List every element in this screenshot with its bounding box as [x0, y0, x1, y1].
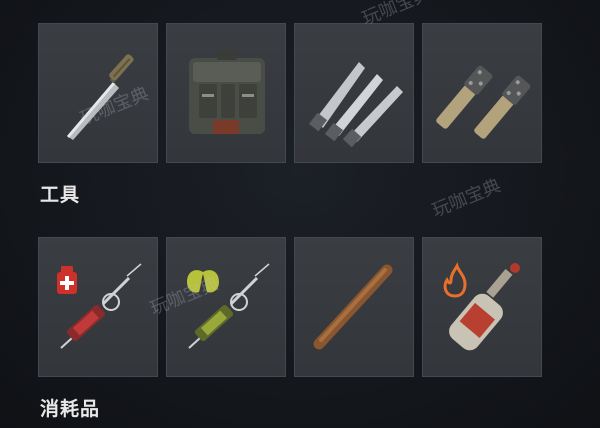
- watermark: 玩咖宝典: [429, 175, 504, 222]
- item-slot-stun-batons[interactable]: [422, 23, 542, 163]
- fire-icon: [443, 262, 467, 298]
- backpack-icon: [189, 50, 265, 134]
- item-slot-health-syringe[interactable]: [38, 237, 158, 377]
- molotov-cocktail-icon: [449, 263, 520, 351]
- stun-batons-icon: [436, 65, 531, 139]
- section-label-tools: 工具: [40, 184, 81, 206]
- item-slot-throwing-knives[interactable]: [294, 23, 414, 163]
- item-slot-cigar[interactable]: [294, 237, 414, 377]
- item-slot-backpack[interactable]: [166, 23, 286, 163]
- medkit-icon: [57, 266, 77, 294]
- section-label-consumables: 消耗品: [40, 398, 101, 420]
- throwing-knives-icon: [308, 62, 403, 148]
- cigar-icon: [313, 264, 393, 350]
- item-slot-molotov[interactable]: [422, 237, 542, 377]
